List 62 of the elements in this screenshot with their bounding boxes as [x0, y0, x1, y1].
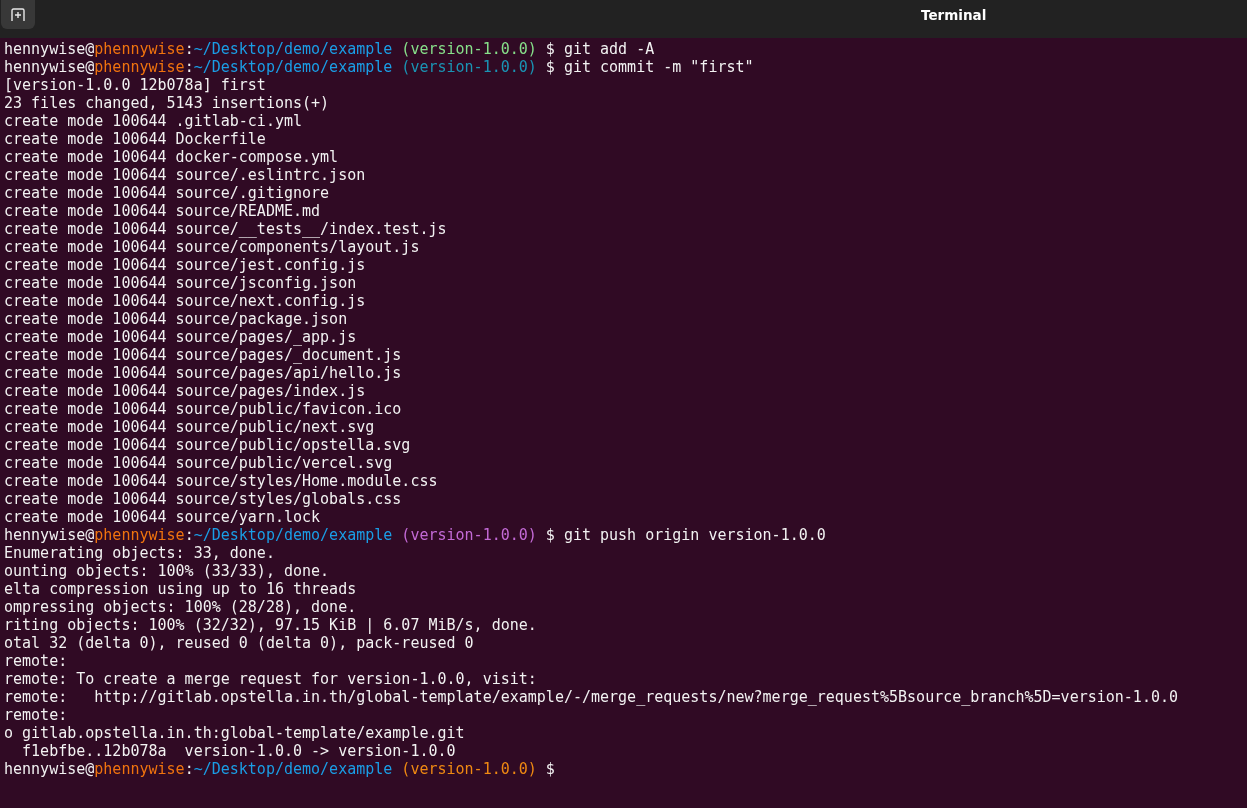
terminal-output-line: create mode 100644 docker-compose.yml — [4, 148, 339, 166]
terminal-output-line: create mode 100644 source/styles/globals.css — [4, 490, 402, 508]
terminal-output-line: remote: http://gitlab.opstella.in.th/global-template/example/-/merge_requests/new?merge_request%5Bsource_branch%5D=version-1.0.0 — [4, 688, 1178, 706]
terminal-output-line: create mode 100644 source/styles/Home.module.css — [4, 472, 438, 490]
terminal-output-line: [version-1.0.0 12b078a] first — [4, 76, 266, 94]
window-title: Terminal — [921, 7, 987, 23]
terminal-output-line: ompressing objects: 100% (28/28), done. — [4, 598, 357, 616]
terminal-output-line: riting objects: 100% (32/32), 97.15 KiB | 6.07 MiB/s, done. — [4, 616, 537, 634]
prompt-symbol: $ — [545, 760, 555, 778]
terminal-output-line: create mode 100644 source/public/opstella.svg — [4, 436, 411, 454]
new-tab-button[interactable] — [1, 0, 35, 29]
terminal-output-line: f1ebfbe..12b078a version-1.0.0 -> version-1.0.0 — [21, 742, 456, 760]
prompt-symbol: $ — [545, 58, 555, 76]
git-branch: (version-1.0.0) — [401, 760, 537, 778]
prompt-path: :~/Desktop/demo/example — [184, 526, 393, 544]
prompt-path: :~/Desktop/demo/example — [184, 58, 393, 76]
prompt-host: phennywise — [94, 760, 185, 778]
prompt-symbol: $ — [545, 526, 555, 544]
terminal-output-line: create mode 100644 source/pages/_document.js — [4, 346, 402, 364]
terminal-output-line: create mode 100644 .gitlab-ci.yml — [4, 112, 302, 130]
terminal-output-line: create mode 100644 source/public/favicon.ico — [4, 400, 402, 418]
terminal-output-line: create mode 100644 source/jsconfig.json — [4, 274, 357, 292]
prompt-host: phennywise — [94, 526, 185, 544]
command-text: git push origin version-1.0.0 — [563, 526, 826, 544]
terminal-output-line: create mode 100644 source/jest.config.js — [4, 256, 366, 274]
terminal-output-line: Enumerating objects: 33, done. — [4, 544, 275, 562]
terminal-output-line: create mode 100644 source/README.md — [4, 202, 321, 220]
terminal-output-line: create mode 100644 source/next.config.js — [4, 292, 366, 310]
command-text: git commit -m "first" — [563, 58, 754, 76]
terminal-output-line: create mode 100644 source/__tests__/index.test.js — [4, 220, 447, 238]
prompt-user: hennywise@ — [4, 526, 95, 544]
prompt-user: hennywise@ — [4, 40, 95, 58]
terminal-output-line: create mode 100644 source/public/next.svg — [4, 418, 375, 436]
prompt-path: :~/Desktop/demo/example — [184, 760, 393, 778]
terminal-output-line: create mode 100644 source/package.json — [4, 310, 348, 328]
prompt-symbol: $ — [545, 40, 555, 58]
command-text: git add -A — [563, 40, 655, 58]
terminal-output-line: remote: To create a merge request for version-1.0.0, visit: — [4, 670, 537, 688]
terminal-output-line: create mode 100644 source/components/layout.js — [4, 238, 420, 256]
terminal-output-line: o gitlab.opstella.in.th:global-template/example.git — [4, 724, 465, 742]
prompt-user: hennywise@ — [4, 58, 95, 76]
git-branch: (version-1.0.0) — [401, 40, 537, 58]
terminal-output-line: ounting objects: 100% (33/33), done. — [4, 562, 330, 580]
terminal-output-line: elta compression using up to 16 threads — [4, 580, 357, 598]
terminal-output-line: create mode 100644 source/pages/index.js — [4, 382, 366, 400]
terminal-output-line: otal 32 (delta 0), reused 0 (delta 0), pack-reused 0 — [4, 634, 474, 652]
terminal-output-line: create mode 100644 Dockerfile — [4, 130, 266, 148]
terminal-output-line: create mode 100644 source/pages/_app.js — [4, 328, 357, 346]
terminal-output-line: create mode 100644 source/public/vercel.svg — [4, 454, 393, 472]
terminal-output-line: remote: — [4, 706, 68, 724]
terminal-output-line: create mode 100644 source/.gitignore — [4, 184, 330, 202]
terminal-output-line: 23 files changed, 5143 insertions(+) — [4, 94, 330, 112]
prompt-host: phennywise — [94, 58, 185, 76]
git-branch: (version-1.0.0) — [401, 58, 537, 76]
terminal-output-line: create mode 100644 source/yarn.lock — [4, 508, 321, 526]
prompt-path: :~/Desktop/demo/example — [184, 40, 393, 58]
terminal-output-line: create mode 100644 source/.eslintrc.json — [4, 166, 366, 184]
prompt-user: hennywise@ — [4, 760, 95, 778]
terminal-output-line: create mode 100644 source/pages/api/hello.js — [4, 364, 402, 382]
prompt-host: phennywise — [94, 40, 185, 58]
terminal-output-line: remote: — [4, 652, 68, 670]
git-branch: (version-1.0.0) — [401, 526, 537, 544]
